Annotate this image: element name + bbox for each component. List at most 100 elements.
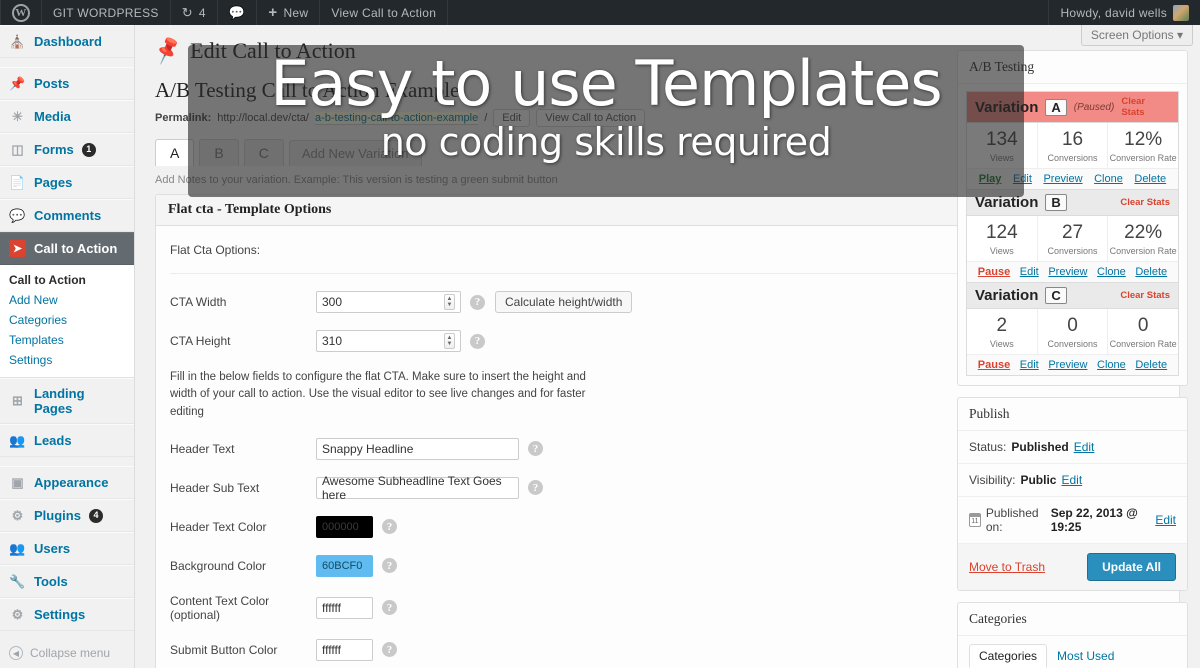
tab-most-used[interactable]: Most Used xyxy=(1047,644,1124,668)
header-sub-text-input[interactable]: Awesome Subheadline Text Goes here xyxy=(316,473,519,502)
field-value: 60BCF0 xyxy=(322,559,363,572)
spinner-icon[interactable]: ▲ ▼ xyxy=(444,294,455,310)
help-icon[interactable]: ? xyxy=(382,558,397,574)
update-all-button[interactable]: Update All xyxy=(1087,553,1176,581)
sidebar-item-comments[interactable]: 💬 Comments xyxy=(0,199,134,232)
status-value: Published xyxy=(1011,440,1069,454)
sidebar-item-appearance[interactable]: ▣ Appearance xyxy=(0,466,134,499)
field-label: CTA Width xyxy=(170,295,227,309)
sidebar-item-pages[interactable]: 📄 Pages xyxy=(0,166,134,199)
variation-actions: Pause Edit Preview Clone Delete xyxy=(967,261,1178,282)
variation-letter: B xyxy=(1045,194,1067,211)
collapse-menu-button[interactable]: ◀ Collapse menu xyxy=(0,637,134,668)
account-menu[interactable]: Howdy, david wells xyxy=(1048,0,1200,25)
sidebar-item-tools[interactable]: 🔧 Tools xyxy=(0,565,134,598)
sidebar-item-users[interactable]: 👥 Users xyxy=(0,532,134,565)
clear-stats-button[interactable]: Clear Stats xyxy=(1120,197,1170,208)
delete-link[interactable]: Delete xyxy=(1135,266,1167,278)
sidebar-submenu: Call to Action Add New Categories Templa… xyxy=(0,265,134,378)
cta-width-input[interactable]: 300 ▲ ▼ xyxy=(316,291,461,313)
field-label: Header Text xyxy=(170,441,235,456)
move-to-trash-link[interactable]: Move to Trash xyxy=(969,560,1045,574)
wordpress-logo-icon: W xyxy=(12,3,30,22)
view-call-to-action-menu[interactable]: View Call to Action xyxy=(320,0,449,25)
edit-link[interactable]: Edit xyxy=(1020,359,1039,371)
edit-link[interactable]: Edit xyxy=(1020,266,1039,278)
stat-conversion-rate: 0 Conversion Rate xyxy=(1108,309,1178,354)
avatar xyxy=(1173,4,1189,21)
media-icon: ☀ xyxy=(11,108,24,124)
site-name-menu[interactable]: GIT WORDPRESS xyxy=(42,0,171,25)
variation-letter: C xyxy=(1045,287,1067,304)
help-icon[interactable]: ? xyxy=(382,600,397,616)
sidebar-subitem-call-to-action[interactable]: Call to Action xyxy=(0,270,134,290)
clear-stats-button[interactable]: Clear Stats xyxy=(1121,96,1170,118)
help-icon[interactable]: ? xyxy=(382,519,397,535)
updates-menu[interactable]: ↻ 4 xyxy=(171,0,218,25)
plus-icon: + xyxy=(268,4,278,21)
status-edit-link[interactable]: Edit xyxy=(1074,440,1095,454)
delete-link[interactable]: Delete xyxy=(1134,173,1166,185)
configuration-hint: Fill in the below fields to configure th… xyxy=(170,371,586,418)
header-text-color-input[interactable]: 000000 xyxy=(316,515,373,538)
sidebar-item-landing-pages[interactable]: ⊞ Landing Pages xyxy=(0,378,134,424)
view-label: View Call to Action xyxy=(331,5,437,20)
sidebar-item-media[interactable]: ☀ Media xyxy=(0,100,134,133)
admin-bar-right: Howdy, david wells xyxy=(1048,0,1200,25)
sidebar-subitem-add-new[interactable]: Add New xyxy=(0,290,134,310)
sidebar-subitem-templates[interactable]: Templates xyxy=(0,330,134,350)
sidebar-item-forms[interactable]: ◫ Forms 1 xyxy=(0,133,134,166)
help-icon[interactable]: ? xyxy=(382,642,397,658)
sidebar-item-settings[interactable]: ⚙ Settings xyxy=(0,598,134,631)
comments-menu[interactable]: 💬 xyxy=(218,0,258,25)
variation-card-c: Variation C Clear Stats 2 Views 0 Conver… xyxy=(966,282,1179,376)
sidebar-subitem-settings[interactable]: Settings xyxy=(0,350,134,370)
preview-link[interactable]: Preview xyxy=(1043,173,1082,185)
pause-link[interactable]: Pause xyxy=(978,359,1010,371)
field-label: Content Text Color (optional) xyxy=(170,593,270,622)
sidebar-item-plugins[interactable]: ⚙ Plugins 4 xyxy=(0,499,134,532)
content-text-color-input[interactable]: ffffff xyxy=(316,596,373,619)
stat-label: Conversion Rate xyxy=(1109,153,1177,163)
stat-value: 124 xyxy=(985,222,1018,243)
clone-link[interactable]: Clone xyxy=(1097,359,1126,371)
users-icon: 👥 xyxy=(9,540,26,556)
field-label: Background Color xyxy=(170,558,267,573)
chevron-left-icon: ◀ xyxy=(9,646,23,660)
sidebar-subitem-categories[interactable]: Categories xyxy=(0,310,134,330)
submit-button-color-input[interactable]: ffffff xyxy=(316,638,373,661)
screen-root: W GIT WORDPRESS ↻ 4 💬 + New View Call to… xyxy=(0,0,1200,668)
delete-link[interactable]: Delete xyxy=(1135,359,1167,371)
new-content-menu[interactable]: + New xyxy=(257,0,321,25)
field-label: Submit Button Color xyxy=(170,642,278,657)
help-icon[interactable]: ? xyxy=(528,480,543,496)
pause-link[interactable]: Pause xyxy=(978,266,1010,278)
spinner-icon[interactable]: ▲ ▼ xyxy=(444,333,455,349)
sidebar-item-call-to-action[interactable]: ➤ Call to Action xyxy=(0,232,134,265)
clone-link[interactable]: Clone xyxy=(1094,173,1123,185)
field-value: Awesome Subheadline Text Goes here xyxy=(322,473,502,502)
stat-views: 124 Views xyxy=(967,216,1038,261)
tab-categories[interactable]: Categories xyxy=(969,644,1048,668)
sidebar-item-label: Leads xyxy=(34,433,72,448)
sidebar-item-dashboard[interactable]: ⛪ Dashboard xyxy=(0,25,134,58)
sidebar-item-label: Dashboard xyxy=(34,34,102,49)
promo-overlay: Easy to use Templates no coding skills r… xyxy=(188,45,1024,197)
clear-stats-button[interactable]: Clear Stats xyxy=(1120,290,1170,301)
admin-sidebar: ⛪ Dashboard 📌 Posts ☀ Media ◫ Forms 1 📄 … xyxy=(0,25,135,668)
background-color-input[interactable]: 60BCF0 xyxy=(316,554,373,577)
cta-height-input[interactable]: 310 ▲ ▼ xyxy=(316,330,461,352)
preview-link[interactable]: Preview xyxy=(1048,359,1087,371)
wordpress-logo-menu[interactable]: W xyxy=(0,0,42,25)
help-icon[interactable]: ? xyxy=(470,333,485,349)
preview-link[interactable]: Preview xyxy=(1048,266,1087,278)
sidebar-item-leads[interactable]: 👥 Leads xyxy=(0,424,134,457)
published-edit-link[interactable]: Edit xyxy=(1155,513,1176,527)
calculate-height-width-button[interactable]: Calculate height/width xyxy=(495,291,633,313)
visibility-edit-link[interactable]: Edit xyxy=(1061,473,1082,487)
header-text-input[interactable]: Snappy Headline xyxy=(316,437,519,460)
clone-link[interactable]: Clone xyxy=(1097,266,1126,278)
help-icon[interactable]: ? xyxy=(470,294,485,310)
help-icon[interactable]: ? xyxy=(528,441,543,457)
sidebar-item-posts[interactable]: 📌 Posts xyxy=(0,67,134,100)
